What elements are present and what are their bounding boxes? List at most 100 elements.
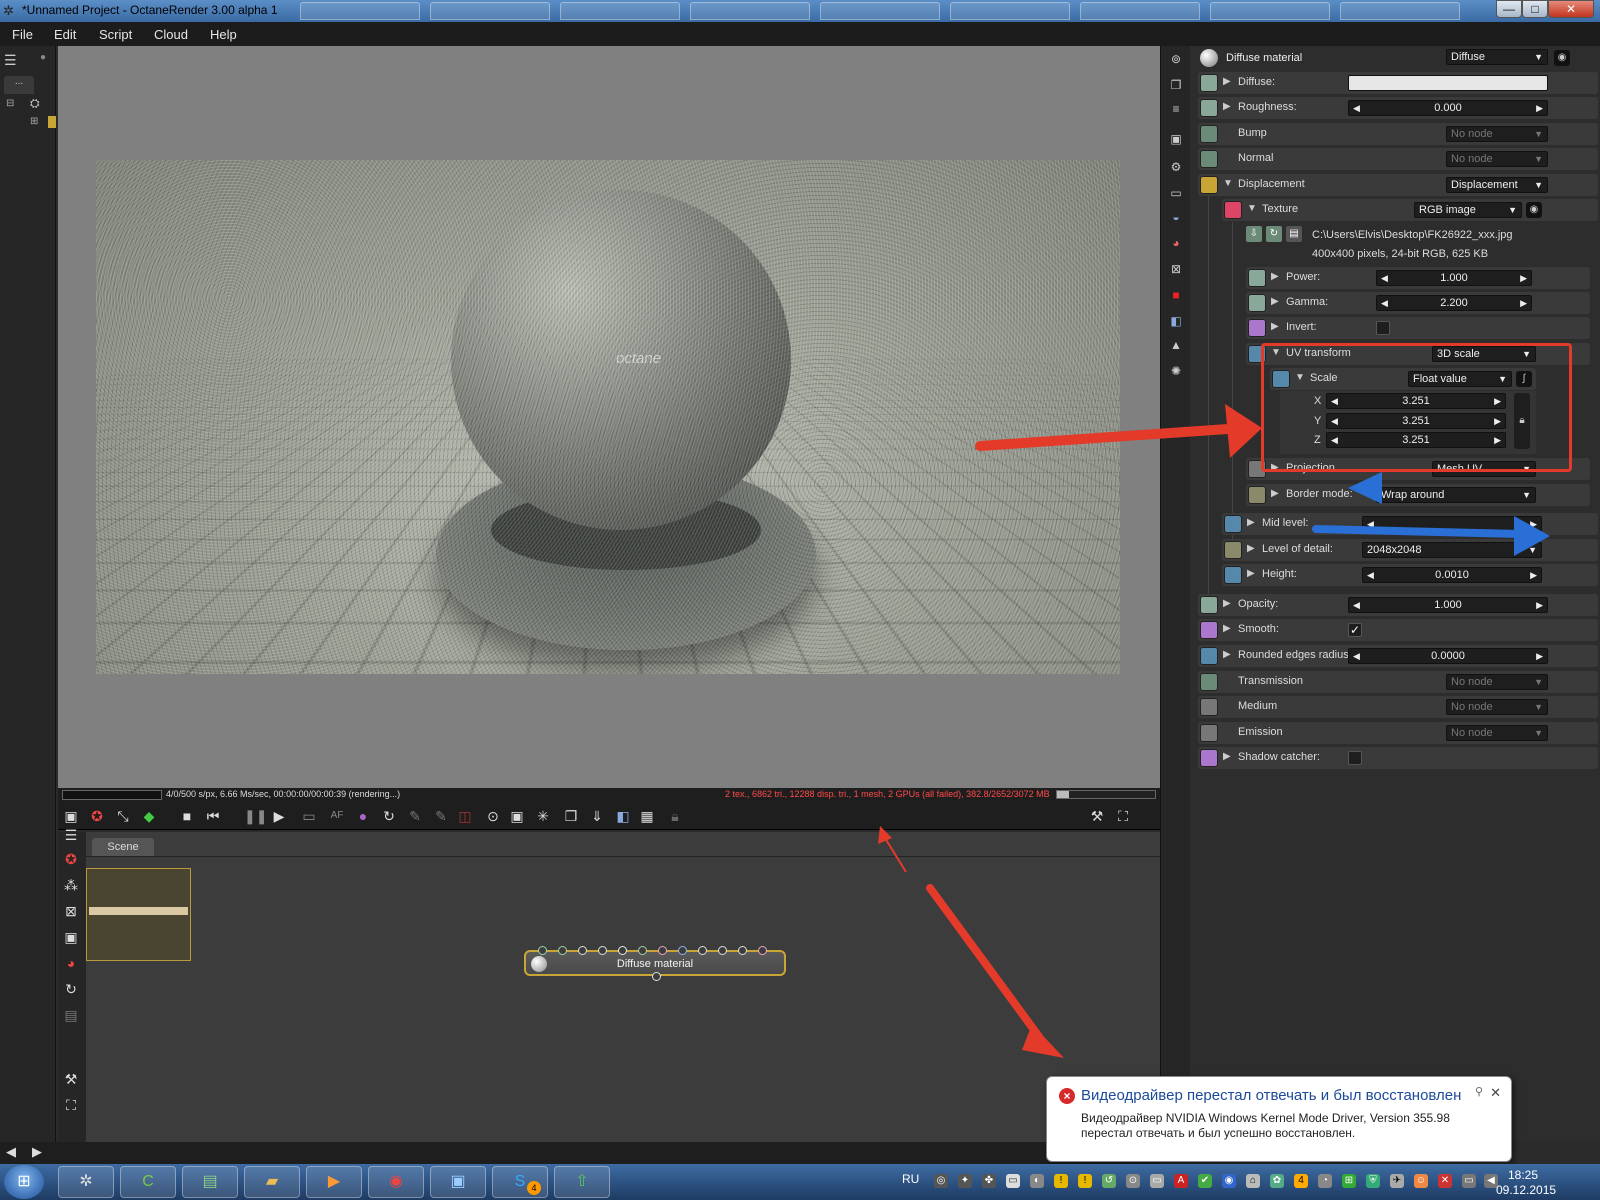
picture-icon[interactable]: ▲ bbox=[1167, 336, 1185, 354]
expand-arrow-icon[interactable]: ▶ bbox=[1247, 517, 1255, 528]
shadow-catcher-row[interactable]: ▶ Shadow catcher: bbox=[1198, 747, 1598, 769]
tray-icon[interactable]: ◉ bbox=[1222, 1174, 1236, 1188]
clock-date[interactable]: 09.12.2015 bbox=[1496, 1183, 1556, 1197]
tray-icon[interactable]: ✿ bbox=[1270, 1174, 1284, 1188]
texture-icon[interactable]: ⊠ bbox=[1167, 260, 1185, 278]
adobe-tray-icon[interactable]: A bbox=[1174, 1174, 1188, 1188]
camera-lock-icon[interactable]: ⊙ bbox=[484, 807, 502, 825]
medium-dropdown[interactable]: No node ▼ bbox=[1446, 699, 1548, 715]
level-of-detail-pin-icon[interactable] bbox=[1224, 541, 1242, 559]
tray-icon[interactable]: ✔ bbox=[1198, 1174, 1212, 1188]
fullscreen-icon[interactable]: ⛶ bbox=[1114, 807, 1132, 825]
tray-icon[interactable]: ⌂ bbox=[1246, 1174, 1260, 1188]
bump-dropdown[interactable]: No node ▼ bbox=[1446, 126, 1548, 142]
camera-settings-icon[interactable]: ⚙ bbox=[1167, 158, 1185, 176]
invert-pin-icon[interactable] bbox=[1248, 319, 1266, 337]
close-icon[interactable]: ✕ bbox=[1490, 1085, 1501, 1101]
octane-taskbar-button[interactable]: ✲ bbox=[58, 1166, 114, 1198]
expand-icon[interactable]: ⊞ bbox=[30, 116, 38, 127]
tray-icon[interactable]: ⛨ bbox=[1366, 1174, 1380, 1188]
start-icon[interactable]: ▶ bbox=[270, 807, 288, 825]
clay-icon[interactable]: ✪ bbox=[62, 850, 80, 868]
smooth-pin-icon[interactable] bbox=[1200, 621, 1218, 639]
input-pin[interactable] bbox=[618, 946, 627, 955]
diffuse-pin-icon[interactable] bbox=[1200, 74, 1218, 92]
upload-taskbar-button[interactable]: ⇧ bbox=[554, 1166, 610, 1198]
input-pin[interactable] bbox=[538, 946, 547, 955]
close-button[interactable]: ✕ bbox=[1548, 0, 1594, 18]
transmission-row[interactable]: Transmission No node ▼ bbox=[1198, 671, 1598, 693]
checker-icon[interactable]: ▦ bbox=[638, 807, 656, 825]
pause-icon[interactable]: ❚❚ bbox=[244, 807, 267, 825]
warning-icon[interactable]: ! bbox=[1054, 1174, 1068, 1188]
media-player-taskbar-button[interactable]: ▶ bbox=[306, 1166, 362, 1198]
border-mode-pin-icon[interactable] bbox=[1248, 486, 1266, 504]
copy-icon[interactable]: ❐ bbox=[562, 807, 580, 825]
emission-pin-icon[interactable] bbox=[1200, 724, 1218, 742]
input-pin[interactable] bbox=[718, 946, 727, 955]
network-tray-icon[interactable]: ✕ bbox=[1438, 1174, 1452, 1188]
bump-pin-icon[interactable] bbox=[1200, 125, 1218, 143]
medium-row[interactable]: Medium No node ▼ bbox=[1198, 696, 1598, 718]
list-icon[interactable]: ≡ bbox=[1167, 100, 1185, 118]
power-slider[interactable]: ◀ 1.000 ▶ bbox=[1376, 270, 1532, 286]
driver-crash-notification[interactable]: × Видеодрайвер перестал отвечать и был в… bbox=[1046, 1076, 1512, 1162]
rounded-edges-pin-icon[interactable] bbox=[1200, 647, 1218, 665]
tray-icon[interactable]: ◔ bbox=[1318, 1174, 1332, 1188]
border-mode-dropdown[interactable]: Wrap around ▼ bbox=[1376, 487, 1536, 503]
roughness-row[interactable]: ▶ Roughness: ◀ 0.000 ▶ bbox=[1198, 97, 1598, 119]
shadow-catcher-checkbox[interactable] bbox=[1348, 751, 1362, 765]
tray-icon[interactable]: ⊞ bbox=[1342, 1174, 1356, 1188]
menu-edit[interactable]: Edit bbox=[54, 27, 76, 42]
outliner-icon[interactable]: ☰ bbox=[4, 52, 17, 69]
render-viewport[interactable]: octane bbox=[58, 46, 1160, 788]
expand-arrow-icon[interactable]: ▶ bbox=[1223, 598, 1231, 609]
normal-pin-icon[interactable] bbox=[1200, 150, 1218, 168]
gamma-slider[interactable]: ◀ 2.200 ▶ bbox=[1376, 295, 1532, 311]
language-indicator[interactable]: RU bbox=[902, 1172, 919, 1186]
rotate-icon[interactable]: ↻ bbox=[62, 980, 80, 998]
wrench-icon[interactable]: ⚒ bbox=[1088, 807, 1106, 825]
stop-icon[interactable]: ■ bbox=[178, 807, 196, 825]
fit-icon[interactable]: ⊠ bbox=[62, 902, 80, 920]
explorer-taskbar-button[interactable]: ▰ bbox=[244, 1166, 300, 1198]
expand-arrow-icon[interactable]: ▶ bbox=[1247, 568, 1255, 579]
import-icon[interactable]: ⇓ bbox=[588, 807, 606, 825]
material-node-icon[interactable] bbox=[48, 116, 56, 128]
expand-arrow-icon[interactable]: ▶ bbox=[1223, 751, 1231, 762]
steam-tray-icon[interactable]: ◎ bbox=[934, 1174, 948, 1188]
input-pin[interactable] bbox=[598, 946, 607, 955]
expand-arrow-icon[interactable]: ▶ bbox=[1271, 296, 1279, 307]
loading-icon[interactable]: ✳ bbox=[534, 807, 552, 825]
tray-icon[interactable]: ✤ bbox=[982, 1174, 996, 1188]
render-image[interactable]: octane bbox=[96, 160, 1120, 674]
restart-icon[interactable]: ⏮ bbox=[204, 807, 222, 825]
image-icon[interactable]: ▣ bbox=[62, 928, 80, 946]
lock-icon[interactable]: 🔒︎ bbox=[666, 807, 684, 825]
camtasia-taskbar-button[interactable]: C bbox=[120, 1166, 176, 1198]
pin-icon[interactable]: ⚲ bbox=[1475, 1085, 1483, 1098]
tray-icon[interactable]: ▭ bbox=[1006, 1174, 1020, 1188]
tray-icon[interactable]: ◐ bbox=[1030, 1174, 1044, 1188]
power-row[interactable]: ▶ Power: ◀ 1.000 ▶ bbox=[1246, 267, 1590, 289]
diffuse-material-node[interactable]: Diffuse material bbox=[524, 946, 786, 981]
scene-node-icon[interactable]: ⛭ bbox=[30, 96, 40, 111]
height-pin-icon[interactable] bbox=[1224, 566, 1242, 584]
displacement-dropdown[interactable]: Displacement ▼ bbox=[1446, 177, 1548, 193]
tab-scene[interactable]: Scene bbox=[92, 838, 154, 856]
collapse-arrow-icon[interactable]: ▼ bbox=[1223, 178, 1233, 189]
node-menu-icon[interactable]: ◉ bbox=[1554, 50, 1570, 66]
maximize-button[interactable]: □ bbox=[1522, 0, 1548, 18]
red-cube-icon[interactable]: ■ bbox=[1167, 286, 1185, 304]
expand-arrow-icon[interactable]: ▶ bbox=[1247, 543, 1255, 554]
tray-icon[interactable]: ↺ bbox=[1102, 1174, 1116, 1188]
color-picker-icon[interactable]: ● bbox=[354, 807, 372, 825]
texture-row[interactable]: ▼ Texture RGB image ▼ ◉ bbox=[1222, 199, 1598, 221]
menu-help[interactable]: Help bbox=[210, 27, 237, 42]
input-pin[interactable] bbox=[758, 946, 767, 955]
mid-level-pin-icon[interactable] bbox=[1224, 515, 1242, 533]
graph-menu-icon[interactable]: ☰ bbox=[62, 826, 80, 844]
input-pin[interactable] bbox=[578, 946, 587, 955]
tray-icon[interactable]: ▭ bbox=[1150, 1174, 1164, 1188]
tray-icon[interactable]: ⊙ bbox=[1126, 1174, 1140, 1188]
